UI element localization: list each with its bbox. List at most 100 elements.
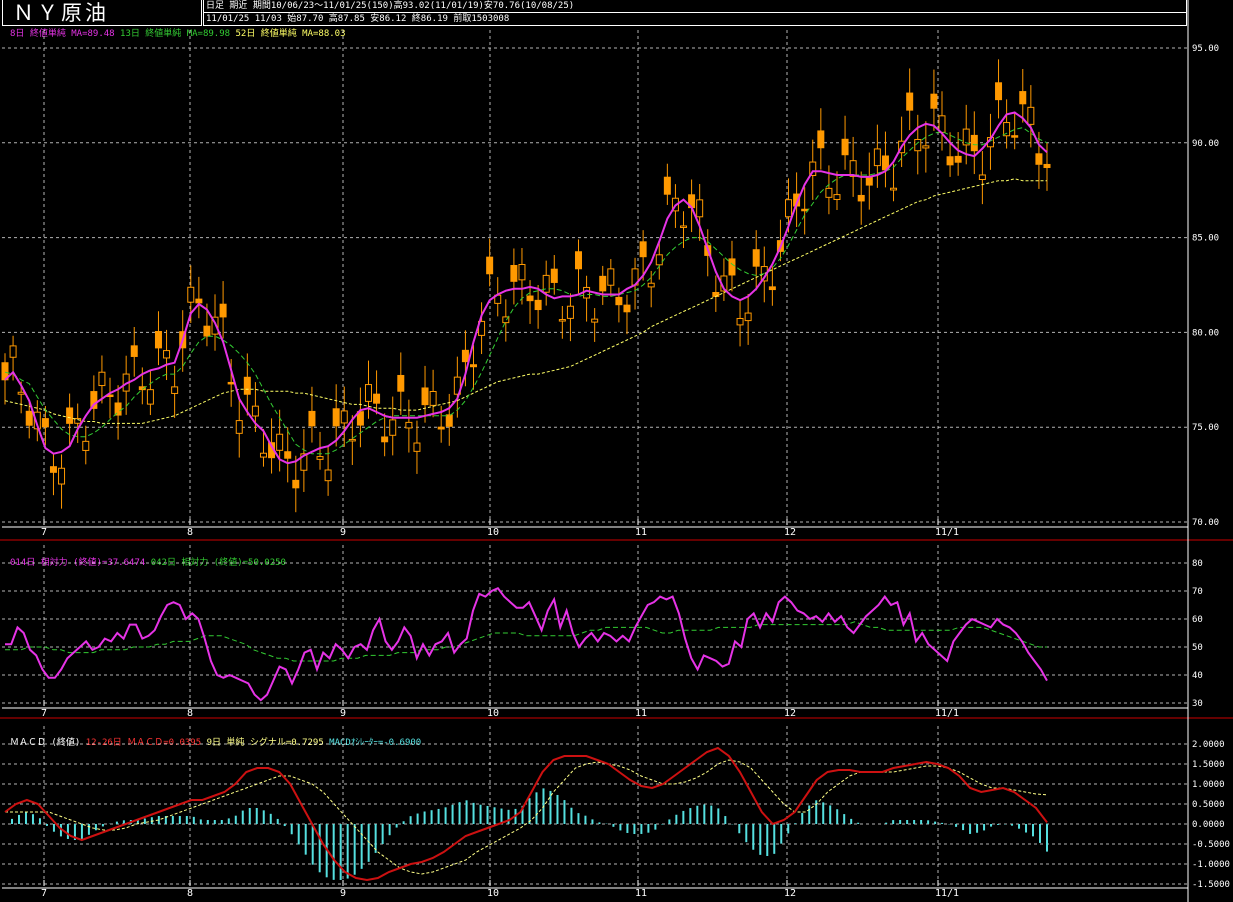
ma52-line (4, 178, 1047, 424)
signal-line (5, 759, 1048, 875)
rsi-tick-label: 30 (1192, 699, 1203, 709)
candle-body (623, 304, 631, 313)
candle-body (873, 148, 881, 167)
rsi-xlabel: 10 (487, 708, 499, 719)
candle-body (82, 440, 90, 451)
candle-body (445, 414, 453, 427)
candle-body (946, 156, 954, 166)
candle-body (534, 299, 542, 311)
candle-body (995, 82, 1003, 101)
rsi-xlabel: 7 (41, 708, 47, 719)
candle-body (437, 426, 445, 430)
candle-body (276, 433, 284, 451)
candle-body (922, 145, 930, 149)
candle-body (251, 405, 259, 417)
candle-body (389, 419, 397, 436)
candle-body (219, 303, 227, 318)
candle-body (768, 286, 776, 291)
ma8-line (4, 111, 1048, 465)
price-tick-label: 80.00 (1192, 328, 1219, 338)
candle-body (235, 420, 243, 434)
candle-body (146, 389, 154, 405)
candle-body (316, 456, 324, 460)
price-tick-label: 85.00 (1192, 234, 1219, 244)
candle-body (550, 268, 558, 283)
rsi-tick-label: 70 (1192, 587, 1203, 597)
candle-body (154, 331, 162, 349)
candle-body (243, 376, 251, 395)
candle-body (130, 345, 138, 357)
macd-xlabel: 11/1 (935, 888, 959, 899)
candle-body (114, 402, 122, 416)
macd-xlabel: 10 (487, 888, 499, 899)
rsi-xlabel: 12 (784, 708, 796, 719)
candle-body (163, 350, 171, 359)
chart-svg: 95.00 90.00 85.00 80.00 75.00 70.00 7 8 9 10 11 12 1… (0, 0, 1233, 902)
candle-body (373, 393, 381, 404)
macd-line (4, 746, 1048, 882)
rsi-tick-label: 40 (1192, 671, 1203, 681)
candle-body (397, 374, 405, 392)
macd-tick-label: 1.0000 (1192, 780, 1225, 790)
candle-body (469, 364, 477, 368)
candle-body (421, 387, 429, 406)
candle-body (381, 436, 389, 443)
candle-body (736, 317, 744, 326)
candle-body (680, 225, 688, 228)
candle-body (526, 295, 534, 302)
candle-body (17, 391, 25, 395)
macd-tick-label: 2.0000 (1192, 740, 1225, 750)
candle-body (841, 138, 849, 156)
rsi-xlabel: 11 (635, 708, 647, 719)
candle-body (890, 187, 898, 191)
rsi14-line (5, 586, 1048, 702)
macd-tick-label: 0.0000 (1192, 820, 1225, 830)
macd-xlabel: 12 (784, 888, 796, 899)
macd-xlabel: 9 (340, 888, 346, 899)
candle-body (558, 319, 566, 322)
macd-xlabel: 11 (635, 888, 647, 899)
candle-body (98, 371, 106, 387)
rsi-xlabel: 11/1 (935, 708, 959, 719)
rsi-tick-label: 50 (1192, 643, 1203, 653)
candle-body (259, 452, 267, 458)
candle-body (284, 451, 292, 459)
candle-body (332, 408, 340, 427)
candle-body (785, 199, 793, 218)
candle-body (187, 286, 195, 303)
rsi-tick-label: 60 (1192, 615, 1203, 625)
candle-body (227, 381, 235, 385)
candle-body (58, 467, 66, 485)
candle-body (647, 282, 655, 288)
price-tick-label: 90.00 (1192, 139, 1219, 149)
macd-xlabel: 8 (187, 888, 193, 899)
rsi-tick-label: 80 (1192, 559, 1203, 569)
price-xlabel: 11 (635, 527, 647, 538)
candle-body (663, 176, 671, 195)
candle-body (615, 296, 623, 306)
candle-body (203, 325, 211, 337)
candle-body (825, 187, 833, 198)
price-tick-label: 70.00 (1192, 518, 1219, 528)
price-tick-label: 95.00 (1192, 44, 1219, 54)
rsi42-line (5, 621, 1047, 662)
candle-body (906, 92, 914, 111)
candle-body (25, 410, 33, 426)
candle-body (1019, 91, 1027, 105)
candle-body (1011, 135, 1019, 138)
candle-body (66, 407, 74, 424)
price-tick-label: 75.00 (1192, 423, 1219, 433)
macd-tick-label: 1.5000 (1192, 760, 1225, 770)
candle-body (744, 312, 752, 322)
candle-body (817, 130, 825, 149)
candle-body (9, 345, 17, 358)
candle-body (639, 241, 647, 258)
candle-body (195, 298, 203, 304)
candle-body (801, 208, 809, 212)
candle-body (340, 410, 348, 424)
price-xlabel: 9 (340, 527, 346, 538)
candle-body (978, 174, 986, 180)
macd-tick-label: 0.5000 (1192, 800, 1225, 810)
candle-body (607, 268, 615, 286)
candle-body (696, 199, 704, 218)
